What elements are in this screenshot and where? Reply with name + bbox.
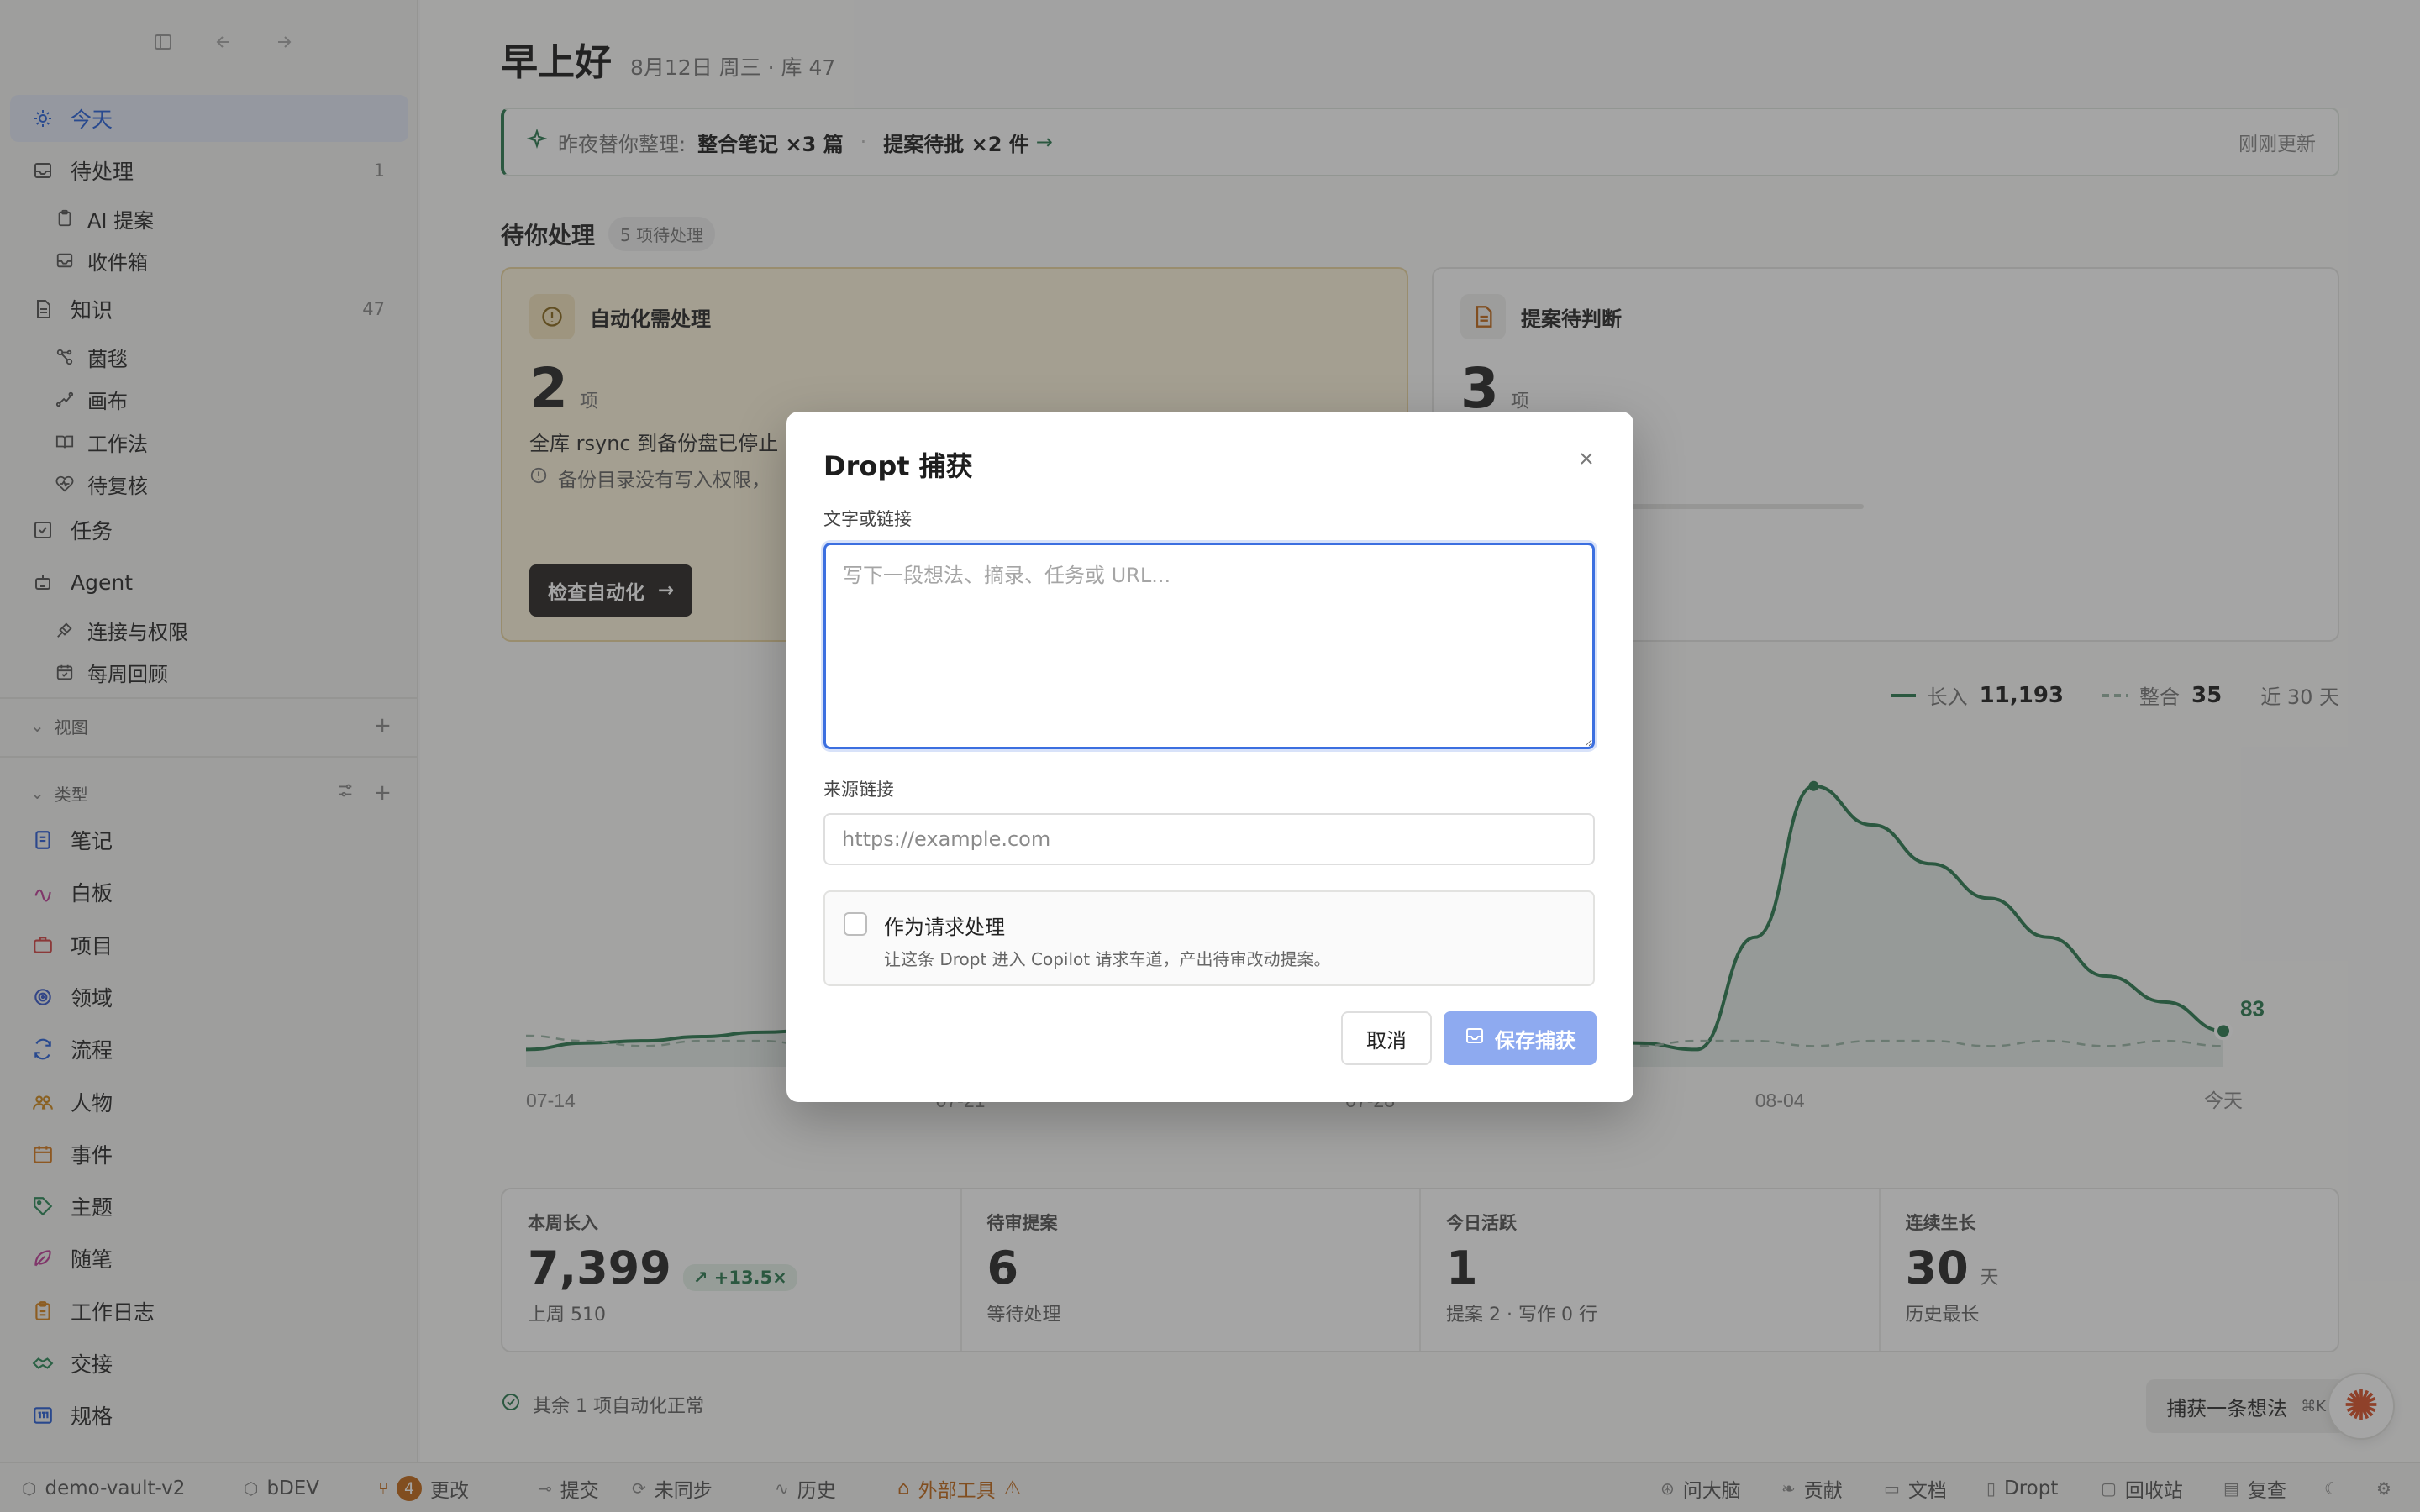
- request-title: 作为请求处理: [884, 916, 1005, 939]
- close-button[interactable]: [1570, 444, 1603, 477]
- dialog-title: Dropt 捕获: [823, 450, 973, 482]
- save-capture-label: 保存捕获: [1495, 1028, 1576, 1053]
- close-icon: [1576, 449, 1597, 472]
- source-field-label: 来源链接: [823, 780, 894, 800]
- cancel-button[interactable]: 取消: [1341, 1011, 1432, 1065]
- inbox-icon: [1465, 1026, 1485, 1051]
- capture-text-input[interactable]: [823, 543, 1595, 749]
- source-url-input[interactable]: [823, 813, 1595, 865]
- save-capture-button[interactable]: 保存捕获: [1444, 1011, 1597, 1065]
- dropt-capture-dialog: Dropt 捕获 文字或链接 来源链接 作为请求处理 让这条 Dropt 进入 …: [786, 412, 1634, 1102]
- request-description: 让这条 Dropt 进入 Copilot 请求车道，产出待审改动提案。: [884, 949, 1331, 969]
- text-field-label: 文字或链接: [823, 509, 912, 529]
- request-option[interactable]: 作为请求处理 让这条 Dropt 进入 Copilot 请求车道，产出待审改动提…: [823, 890, 1595, 986]
- request-checkbox[interactable]: [844, 912, 867, 936]
